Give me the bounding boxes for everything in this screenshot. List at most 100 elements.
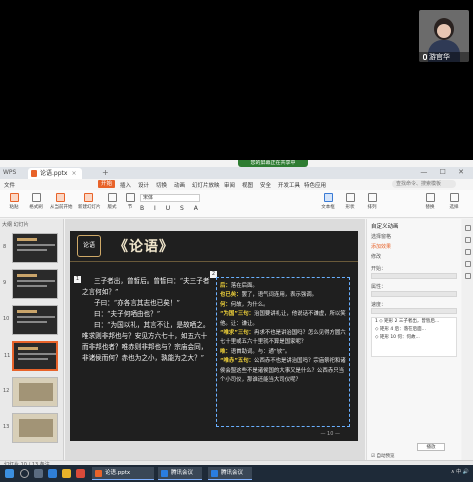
annotation-item: 唯：语首助词。与：通“欤”。 <box>220 348 291 355</box>
taskbar-task-meeting[interactable]: 腾讯会议 <box>158 467 202 480</box>
custom-animation-pane: 自定义动画 选择窗格 添加效果 修改 开始： 属性： 速度： 1 ◇ 矩形 2 … <box>366 219 461 460</box>
animation-marker[interactable]: 1 <box>74 276 81 283</box>
property-label: 属性： <box>371 284 387 290</box>
thumbnail-panel-header[interactable]: 大纲 幻灯片 <box>2 221 62 229</box>
title-divider <box>70 261 358 262</box>
document-tab[interactable]: 论语.pptx × <box>28 168 83 179</box>
menu-insert[interactable]: 插入 <box>120 181 131 189</box>
annotation-box[interactable]: 后：落在后面。 也已矣：罢了，语气词连用，表示强调。 何：何故，为什么。 “为国… <box>216 277 350 427</box>
menu-file[interactable]: 文件 <box>4 181 15 189</box>
annotation-item: “唯求”三句：冉求不也是讲治国吗？怎么见得方圆六七十里或五六十里就不算是国家呢？ <box>220 330 346 346</box>
ribbon-toolbar: 粘贴 格式刷 从当前开始 新建幻灯片 版式 节 宋体 B I U S A 文本框… <box>0 190 473 218</box>
brush-icon <box>31 193 41 202</box>
animation-list[interactable]: 1 ◇ 矩形 2 三子者出，曾皙后... ◇ 矩形 4 后：落在后面... ◇ … <box>371 317 457 357</box>
annotation-item: “为国”三句：治国要讲礼让，他说话不谦虚，所以笑他。让：谦让。 <box>220 311 346 327</box>
window-controls[interactable]: — ☐ ✕ <box>420 168 469 176</box>
pptx-file-icon <box>31 170 37 177</box>
layout-button[interactable]: 版式 <box>102 193 122 213</box>
menu-view[interactable]: 视图 <box>242 181 253 189</box>
animation-list-item[interactable]: ◇ 矩形 10 何：何故... <box>375 334 456 342</box>
text-passage-box[interactable]: 三子者出，曾皙后。曾皙曰：“夫三子者之言何如？” 子曰：“亦各言其志也已矣！” … <box>82 276 212 434</box>
system-tray[interactable]: ∧ 中 🔊 <box>451 468 469 475</box>
participant-video-tile[interactable]: 游官华 <box>419 10 469 62</box>
shared-screen: 您的屏幕正在共享中 WPS 论语.pptx × + — ☐ ✕ 文件 开始 插入 … <box>0 160 473 470</box>
task-view-icon[interactable] <box>34 469 43 478</box>
start-select[interactable] <box>371 273 457 279</box>
play-from-current-button[interactable]: 从当前开始 <box>50 193 73 213</box>
menu-home[interactable]: 开始 <box>98 180 116 188</box>
arrange-icon <box>367 193 377 202</box>
font-family-select[interactable]: 宋体 <box>140 194 200 202</box>
slide-thumbnail[interactable]: 10 <box>3 305 58 335</box>
menu-animation[interactable]: 动画 <box>174 181 185 189</box>
search-icon[interactable] <box>20 469 29 478</box>
menu-slideshow[interactable]: 幻灯片放映 <box>192 181 220 189</box>
slide-thumbnail[interactable]: 12 <box>3 377 58 407</box>
replace-icon <box>425 193 435 202</box>
menu-security[interactable]: 安全 <box>260 181 271 189</box>
selection-pane-link[interactable]: 选择窗格 <box>371 233 391 240</box>
desktop: 游官华 您的屏幕正在共享中 WPS 论语.pptx × + — ☐ ✕ 文件 开始… <box>0 0 473 482</box>
start-icon[interactable] <box>5 469 14 478</box>
arrange-button[interactable]: 排列 <box>362 193 382 213</box>
add-effect-button[interactable]: 添加效果 <box>371 243 391 250</box>
document-tab-label: 论语.pptx <box>40 170 68 177</box>
slide-thumbnail[interactable]: 9 <box>3 269 58 299</box>
menu-transition[interactable]: 切换 <box>156 181 167 189</box>
animation-icon[interactable] <box>464 237 471 243</box>
section-icon <box>125 193 135 202</box>
layout-icon[interactable] <box>464 249 471 255</box>
folder-icon[interactable] <box>62 469 71 478</box>
edge-icon[interactable] <box>48 469 57 478</box>
slide-title[interactable]: 《论语》 <box>114 236 174 256</box>
new-slide-button[interactable]: 新建幻灯片 <box>78 193 101 213</box>
side-toolbar <box>462 219 473 460</box>
settings-icon[interactable] <box>464 273 471 279</box>
format-buttons[interactable]: B I U S A <box>140 205 260 213</box>
taskbar-task-meeting-2[interactable]: 腾讯会议 <box>208 467 252 480</box>
slide-thumbnail[interactable]: 13 <box>3 413 58 443</box>
command-search[interactable]: 查找命令、搜索模板 <box>392 180 456 188</box>
animation-list-item[interactable]: 1 ◇ 矩形 2 三子者出，曾皙后... <box>375 318 456 326</box>
animation-list-item[interactable]: ◇ 矩形 4 后：落在后面... <box>375 326 456 334</box>
select-button[interactable]: 选择 <box>444 193 464 213</box>
speed-label: 速度： <box>371 302 387 308</box>
passage-paragraph: 曰：“为国以礼，其言不让，是故哂之。唯求则非邦也与？安见方六七十，如五六十而非邦… <box>82 321 210 362</box>
taskbar-task-pptx[interactable]: 论语.pptx <box>92 467 154 480</box>
new-slide-icon <box>83 193 93 202</box>
menu-review[interactable]: 审阅 <box>224 181 235 189</box>
speed-select[interactable] <box>371 308 457 314</box>
current-slide[interactable]: 论语 《论语》 1 三子者出，曾皙后。曾皙曰：“夫三子者之言何如？” 子曰：“亦… <box>70 231 358 441</box>
section-button[interactable]: 节 <box>120 193 140 213</box>
slide-thumbnail[interactable]: 8 <box>3 233 58 263</box>
close-tab-icon[interactable]: × <box>71 170 76 177</box>
title-bar: WPS 论语.pptx × + — ☐ ✕ <box>0 167 473 179</box>
format-painter-button[interactable]: 格式刷 <box>26 193 46 213</box>
pane-title: 自定义动画 <box>371 224 399 230</box>
start-label: 开始： <box>371 266 387 272</box>
home-tab[interactable]: WPS <box>3 169 23 177</box>
slide-editing-canvas[interactable]: 论语 《论语》 1 三子者出，曾皙后。曾皙曰：“夫三子者之言何如？” 子曰：“亦… <box>65 219 365 460</box>
textbox-button[interactable]: 文本框 <box>318 193 338 213</box>
screen-share-notice[interactable]: 您的屏幕正在共享中 <box>238 160 308 167</box>
menu-features[interactable]: 特色应用 <box>304 181 326 189</box>
autoplay-checkbox[interactable]: ☑ 自动预览 <box>371 453 394 459</box>
paste-button[interactable]: 粘贴 <box>4 193 24 213</box>
select-icon <box>449 193 459 202</box>
shape-icon <box>345 193 355 202</box>
menu-design[interactable]: 设计 <box>138 181 149 189</box>
wps-icon[interactable] <box>76 469 85 478</box>
passage-paragraph: 三子者出，曾皙后。曾皙曰：“夫三子者之言何如？” <box>82 277 210 296</box>
new-tab-button[interactable]: + <box>102 168 109 177</box>
play-button[interactable]: 播放 <box>417 443 445 451</box>
properties-icon[interactable] <box>464 225 471 231</box>
slide-thumbnail-selected[interactable]: 11 <box>4 341 58 371</box>
menu-devtools[interactable]: 开发工具 <box>278 181 300 189</box>
background-icon[interactable] <box>464 261 471 267</box>
shape-button[interactable]: 形状 <box>340 193 360 213</box>
property-select[interactable] <box>371 291 457 297</box>
slide-seal-logo: 论语 <box>77 235 101 257</box>
replace-button[interactable]: 替换 <box>420 193 440 213</box>
passage-paragraph: 子曰：“亦各言其志也已矣！” <box>94 299 180 307</box>
modify-label: 修改 <box>371 254 382 260</box>
